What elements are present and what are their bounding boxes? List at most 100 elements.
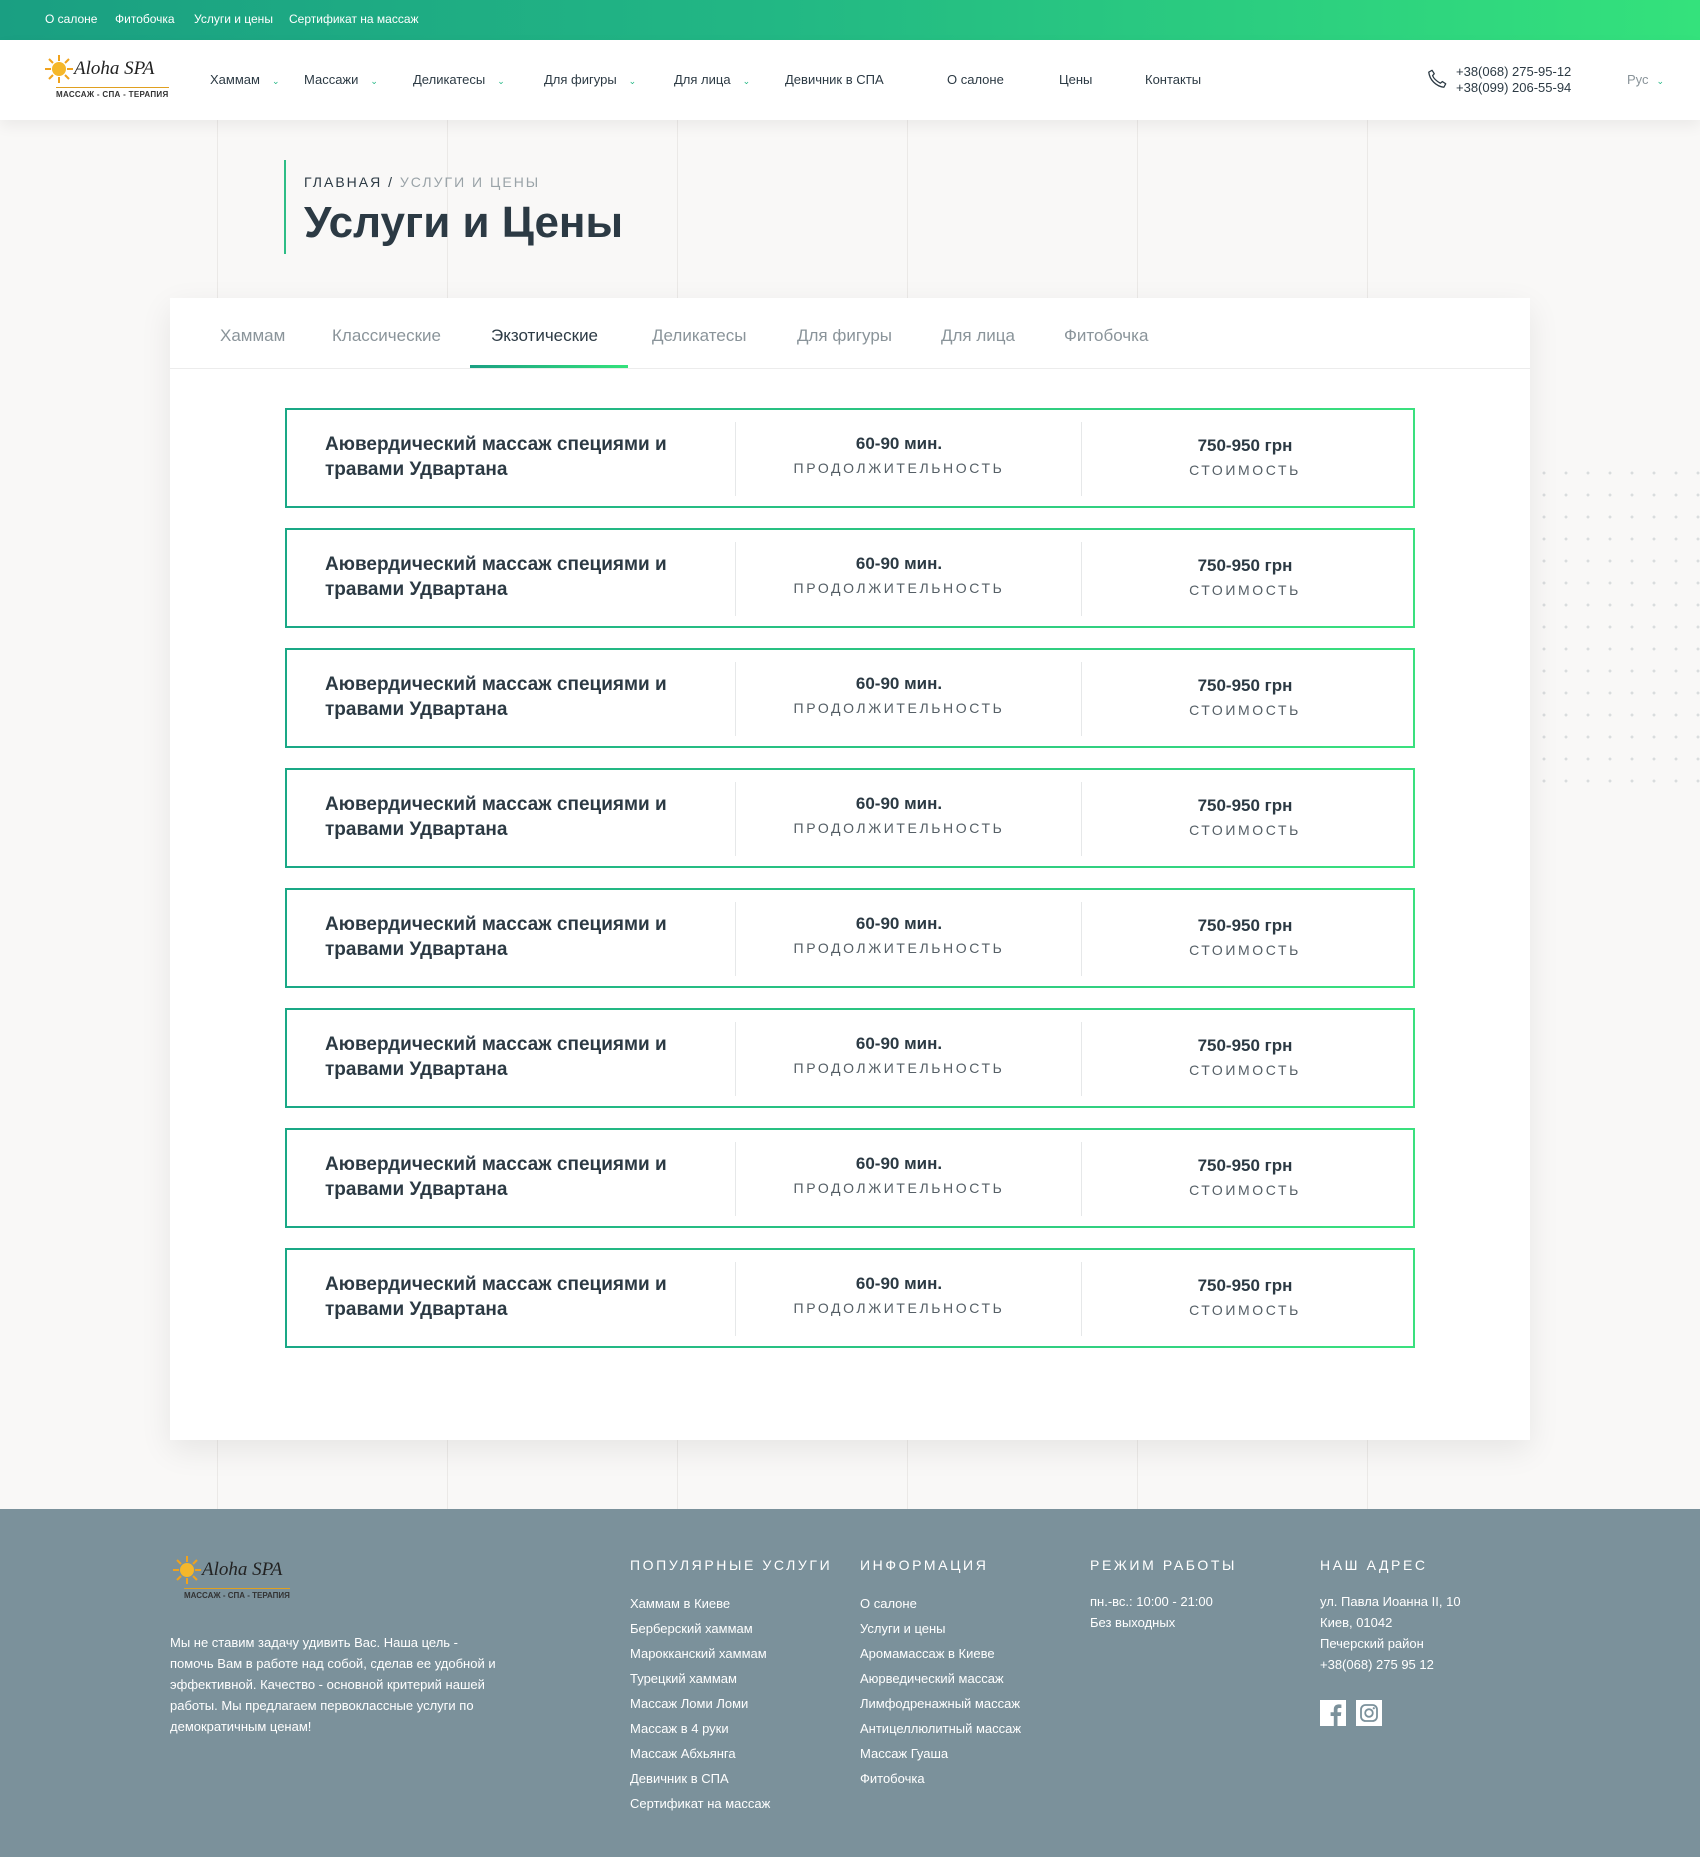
- service-row[interactable]: Аювердический массаж специями и травами …: [285, 528, 1415, 628]
- service-price: 750-950 грн СТОИМОСТЬ: [1095, 1156, 1395, 1198]
- duration-value: 60-90 мин.: [855, 1034, 943, 1053]
- tab-exotic[interactable]: Экзотические: [491, 326, 598, 346]
- column-divider: [735, 1262, 736, 1336]
- logo[interactable]: Aloha SPA МАССАЖ - СПА - ТЕРАПИЯ: [42, 50, 169, 100]
- phone-number-2[interactable]: +38(099) 206-55-94: [1456, 80, 1571, 96]
- breadcrumb-separator: /: [388, 174, 394, 190]
- service-name: Аювердический массаж специями и травами …: [325, 1034, 667, 1080]
- duration-value: 60-90 мин.: [855, 674, 943, 693]
- nav-prices[interactable]: Цены: [1059, 72, 1092, 87]
- footer-link[interactable]: Лимфодренажный массаж: [860, 1691, 1021, 1716]
- duration-value: 60-90 мин.: [855, 1154, 943, 1173]
- active-tab-indicator: [470, 365, 628, 368]
- footer-link[interactable]: Турецкий хаммам: [630, 1666, 832, 1691]
- sun-logo-icon: [45, 55, 73, 83]
- footer-link[interactable]: Массаж в 4 руки: [630, 1716, 832, 1741]
- service-row[interactable]: Аювердический массаж специями и травами …: [285, 1008, 1415, 1108]
- language-selector[interactable]: Рус ⌄: [1627, 72, 1664, 87]
- tab-face[interactable]: Для лица: [941, 326, 1015, 346]
- chevron-down-icon: ⌄: [497, 76, 505, 86]
- chevron-down-icon: ⌄: [370, 76, 378, 86]
- service-row[interactable]: Аювердический массаж специями и травами …: [285, 1128, 1415, 1228]
- price-value: 750-950 грн: [1197, 556, 1293, 575]
- service-row[interactable]: Аювердический массаж специями и травами …: [285, 1248, 1415, 1348]
- footer-link[interactable]: Аромамассаж в Киеве: [860, 1641, 1021, 1666]
- footer-phone[interactable]: +38(068) 275 95 12: [1320, 1654, 1461, 1675]
- facebook-icon[interactable]: [1320, 1700, 1346, 1726]
- site-header: Aloha SPA МАССАЖ - СПА - ТЕРАПИЯ Хаммам ⌄…: [0, 40, 1700, 120]
- service-row[interactable]: Аювердический массаж специями и травами …: [285, 648, 1415, 748]
- footer-link[interactable]: Марокканский хаммам: [630, 1641, 832, 1666]
- footer-link[interactable]: Девичник в СПА: [630, 1766, 832, 1791]
- duration-value: 60-90 мин.: [855, 914, 943, 933]
- tab-delicacies[interactable]: Деликатесы: [652, 326, 746, 346]
- breadcrumb-home[interactable]: ГЛАВНАЯ: [304, 174, 382, 190]
- nav-bachelorette[interactable]: Девичник в СПА: [785, 72, 884, 87]
- service-row[interactable]: Аювердический массаж специями и травами …: [285, 408, 1415, 508]
- duration-value: 60-90 мин.: [855, 434, 943, 453]
- nav-body[interactable]: Для фигуры ⌄: [544, 72, 636, 87]
- footer-about-text: Мы не ставим задачу удивить Вас. Наша це…: [170, 1635, 496, 1734]
- tab-body[interactable]: Для фигуры: [797, 326, 892, 346]
- duration-label: ПРОДОЛЖИТЕЛЬНОСТЬ: [793, 1300, 1005, 1316]
- bg-grid-line: [217, 1440, 218, 1509]
- service-name: Аювердический массаж специями и травами …: [325, 794, 667, 840]
- instagram-icon[interactable]: [1356, 1700, 1382, 1726]
- bg-grid-line: [1137, 1440, 1138, 1509]
- price-value: 750-950 грн: [1197, 436, 1293, 455]
- footer-link[interactable]: Аюрведический массаж: [860, 1666, 1021, 1691]
- tab-phytobarrel[interactable]: Фитобочка: [1064, 326, 1148, 346]
- breadcrumb-current: УСЛУГИ И ЦЕНЫ: [399, 174, 541, 190]
- topbar-link-certificate[interactable]: Сертификат на массаж: [289, 12, 419, 26]
- bg-grid-line: [1367, 1440, 1368, 1509]
- price-label: СТОИМОСТЬ: [1189, 1182, 1301, 1198]
- phone-number-1[interactable]: +38(068) 275-95-12: [1456, 64, 1571, 80]
- footer-link[interactable]: Массаж Абхьянга: [630, 1741, 832, 1766]
- nav-delicacies[interactable]: Деликатесы ⌄: [413, 72, 505, 87]
- footer-link[interactable]: Сертификат на массаж: [630, 1791, 832, 1816]
- topbar-link-about[interactable]: О салоне: [45, 12, 97, 26]
- service-row[interactable]: Аювердический массаж специями и травами …: [285, 888, 1415, 988]
- footer-link[interactable]: Услуги и цены: [860, 1616, 1021, 1641]
- site-footer: Aloha SPA МАССАЖ - СПА - ТЕРАПИЯ Мы не с…: [0, 1509, 1700, 1857]
- service-price: 750-950 грн СТОИМОСТЬ: [1095, 796, 1395, 838]
- nav-contacts[interactable]: Контакты: [1145, 72, 1201, 87]
- nav-massages[interactable]: Массажи ⌄: [304, 72, 378, 87]
- nav-face[interactable]: Для лица ⌄: [674, 72, 750, 87]
- bg-grid-line: [677, 1440, 678, 1509]
- footer-link[interactable]: Массаж Гуаша: [860, 1741, 1021, 1766]
- bg-grid-line: [1137, 120, 1138, 298]
- footer-link[interactable]: Массаж Ломи Ломи: [630, 1691, 832, 1716]
- service-duration: 60-90 мин. ПРОДОЛЖИТЕЛЬНОСТЬ: [749, 434, 1049, 476]
- service-row[interactable]: Аювердический массаж специями и травами …: [285, 768, 1415, 868]
- service-price: 750-950 грн СТОИМОСТЬ: [1095, 1036, 1395, 1078]
- price-label: СТОИМОСТЬ: [1189, 822, 1301, 838]
- service-name: Аювердический массаж специями и травами …: [325, 674, 667, 720]
- footer-info-heading: ИНФОРМАЦИЯ: [860, 1557, 989, 1573]
- price-label: СТОИМОСТЬ: [1189, 1302, 1301, 1318]
- footer-link[interactable]: О салоне: [860, 1591, 1021, 1616]
- breadcrumb: ГЛАВНАЯ / УСЛУГИ И ЦЕНЫ: [304, 174, 623, 190]
- nav-hammam[interactable]: Хаммам ⌄: [210, 72, 280, 87]
- footer-link[interactable]: Хаммам в Киеве: [630, 1591, 832, 1616]
- service-price: 750-950 грн СТОИМОСТЬ: [1095, 556, 1395, 598]
- service-name: Аювердический массаж специями и травами …: [325, 914, 667, 960]
- tab-hammam[interactable]: Хаммам: [220, 326, 285, 346]
- footer-logo[interactable]: Aloha SPA МАССАЖ - СПА - ТЕРАПИЯ: [170, 1551, 290, 1601]
- topbar-link-phytobarrel[interactable]: Фитобочка: [115, 12, 175, 26]
- duration-label: ПРОДОЛЖИТЕЛЬНОСТЬ: [793, 820, 1005, 836]
- bg-grid-line: [677, 120, 678, 298]
- price-value: 750-950 грн: [1197, 676, 1293, 695]
- nav-about[interactable]: О салоне: [947, 72, 1004, 87]
- service-duration: 60-90 мин. ПРОДОЛЖИТЕЛЬНОСТЬ: [749, 914, 1049, 956]
- service-name: Аювердический массаж специями и травами …: [325, 554, 667, 600]
- column-divider: [735, 782, 736, 856]
- tab-classic[interactable]: Классические: [332, 326, 441, 346]
- footer-link[interactable]: Фитобочка: [860, 1766, 1021, 1791]
- service-duration: 60-90 мин. ПРОДОЛЖИТЕЛЬНОСТЬ: [749, 1154, 1049, 1196]
- topbar-link-services[interactable]: Услуги и цены: [194, 12, 273, 26]
- column-divider: [735, 1022, 736, 1096]
- footer-link[interactable]: Берберский хаммам: [630, 1616, 832, 1641]
- logo-tagline: МАССАЖ - СПА - ТЕРАПИЯ: [56, 87, 169, 99]
- footer-link[interactable]: Антицеллюлитный массаж: [860, 1716, 1021, 1741]
